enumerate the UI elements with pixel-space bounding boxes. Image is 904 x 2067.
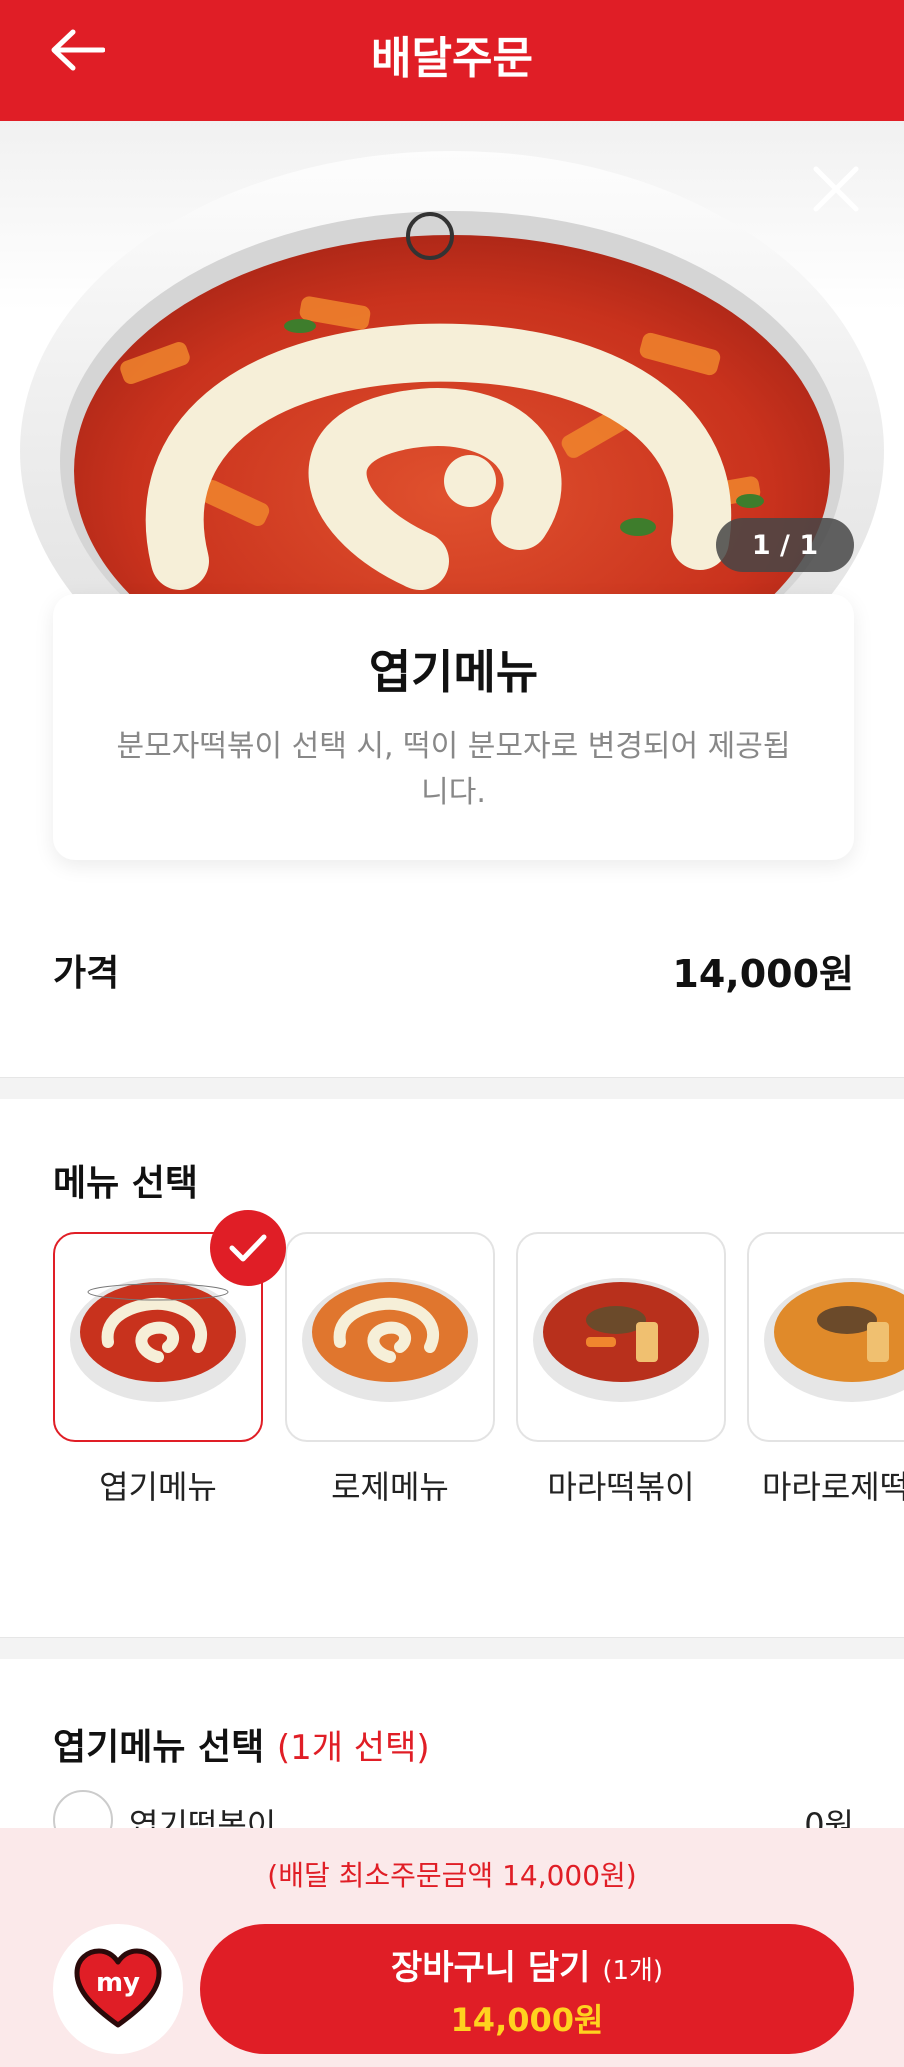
close-button[interactable] bbox=[806, 159, 866, 219]
cart-button-label: 장바구니 담기 (1개) bbox=[200, 1940, 854, 1989]
heart-my-icon: my bbox=[74, 1948, 162, 2028]
price-value: 14,000원 bbox=[672, 951, 854, 996]
bowl-image bbox=[533, 1278, 709, 1402]
menu-thumbnail bbox=[285, 1232, 495, 1442]
close-icon bbox=[813, 166, 859, 212]
cart-label: 장바구니 담기 bbox=[390, 1948, 591, 1988]
menu-item-label: 마라로제떡볶이 bbox=[761, 1468, 904, 1506]
my-favorites-button[interactable]: my bbox=[53, 1924, 183, 2054]
product-image-carousel[interactable]: 1 / 1 bbox=[0, 121, 904, 596]
section-divider bbox=[0, 1637, 904, 1659]
menu-thumbnail bbox=[516, 1232, 726, 1442]
menu-thumbnail bbox=[747, 1232, 904, 1442]
product-description: 분모자떡볶이 선택 시, 떡이 분모자로 변경되어 제공됩니다. bbox=[116, 729, 791, 810]
menu-select-title: 메뉴 선택 bbox=[53, 1163, 199, 1204]
option-section-badge: (1개 선택) bbox=[276, 1728, 430, 1768]
product-title: 엽기메뉴 bbox=[368, 645, 539, 699]
menu-item-label: 엽기메뉴 bbox=[99, 1468, 217, 1506]
bowl-image bbox=[764, 1278, 904, 1402]
add-to-cart-button[interactable]: 장바구니 담기 (1개) 14,000원 bbox=[200, 1924, 854, 2054]
cart-total-price: 14,000원 bbox=[450, 2001, 604, 2039]
option-section-label: 엽기메뉴 선택 bbox=[53, 1727, 265, 1768]
svg-text:my: my bbox=[96, 1968, 140, 1998]
min-order-notice: (배달 최소주문금액 14,000원) bbox=[267, 1859, 637, 1892]
app-header: 배달주문 bbox=[0, 0, 904, 121]
image-counter: 1 / 1 bbox=[716, 518, 854, 572]
bowl-image bbox=[70, 1278, 246, 1402]
bottom-cart-bar: (배달 최소주문금액 14,000원) my 장바구니 담기 (1개) 14,0… bbox=[0, 1828, 904, 2067]
menu-item-rose[interactable]: 로제메뉴 bbox=[285, 1232, 495, 1510]
page-title: 배달주문 bbox=[371, 33, 533, 84]
price-row: 가격 14,000원 bbox=[53, 940, 854, 1000]
section-divider bbox=[0, 1077, 904, 1099]
menu-carousel[interactable]: 엽기메뉴 로제메뉴 마라떡볶이 마라로제떡 bbox=[53, 1232, 904, 1552]
price-label: 가격 bbox=[53, 953, 120, 994]
menu-item-label: 로제메뉴 bbox=[331, 1468, 449, 1506]
selected-check-badge bbox=[210, 1210, 286, 1286]
product-info-card: 엽기메뉴 분모자떡볶이 선택 시, 떡이 분모자로 변경되어 제공됩니다. bbox=[53, 594, 854, 860]
bowl-image bbox=[302, 1278, 478, 1402]
menu-item-mala-rose[interactable]: 마라로제떡볶이 bbox=[747, 1232, 904, 1510]
option-section-title: 엽기메뉴 선택 (1개 선택) bbox=[53, 1718, 430, 1770]
menu-item-mala[interactable]: 마라떡볶이 bbox=[516, 1232, 726, 1510]
check-icon bbox=[229, 1234, 267, 1262]
cart-count: (1개) bbox=[602, 1956, 664, 1986]
menu-item-label: 마라떡볶이 bbox=[547, 1468, 695, 1506]
